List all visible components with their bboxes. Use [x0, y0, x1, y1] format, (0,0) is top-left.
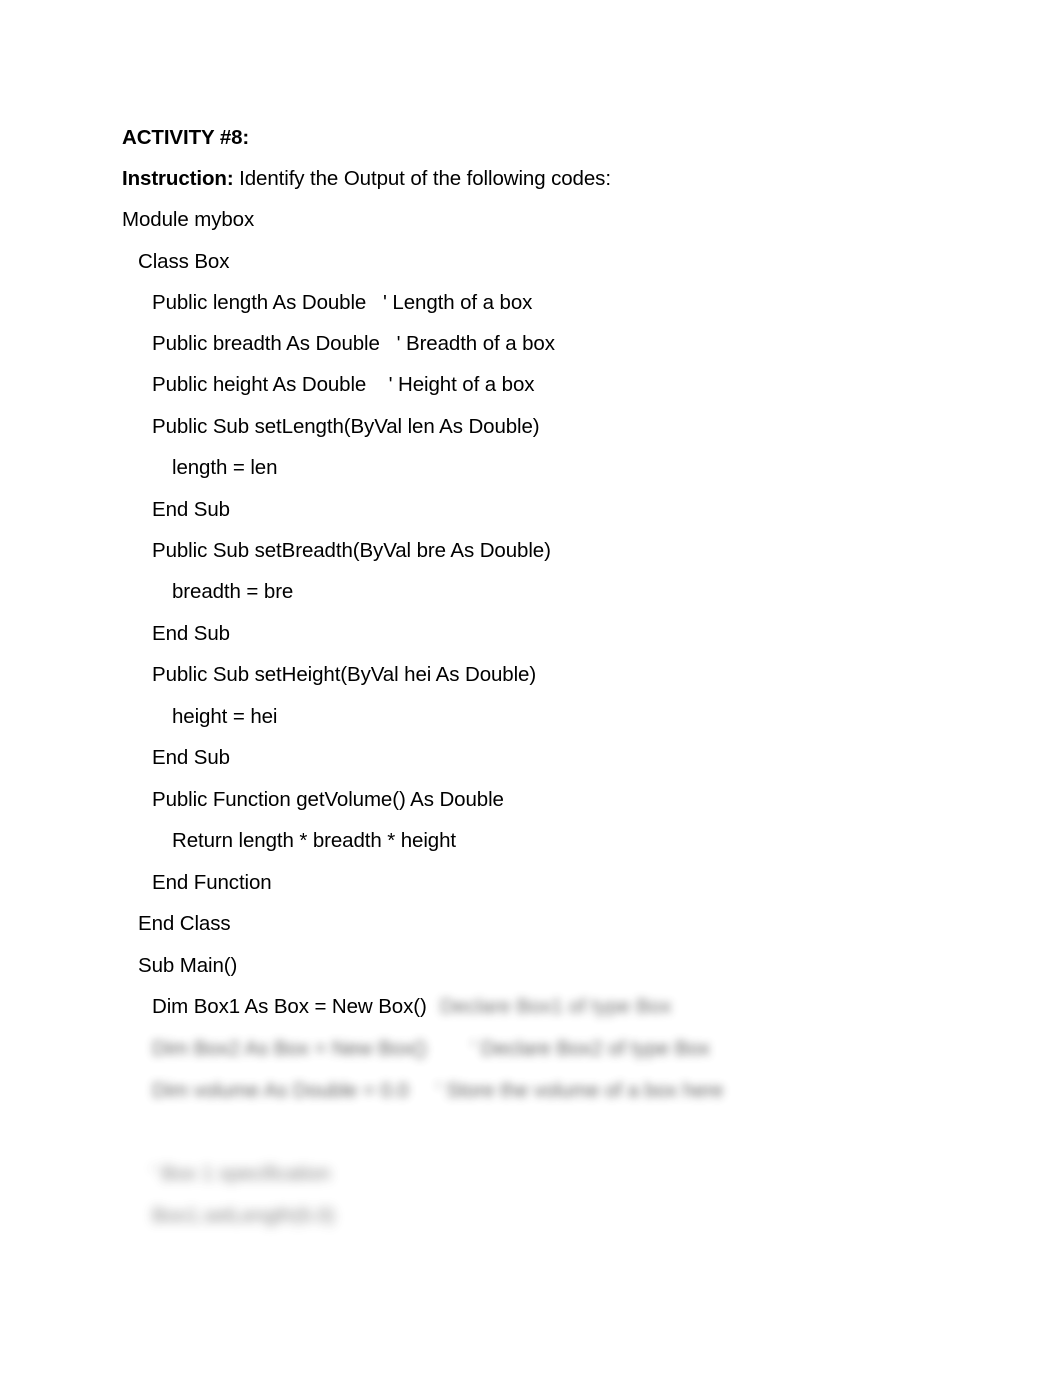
code-line: Public Sub setLength(ByVal len As Double…	[152, 415, 540, 438]
code-line: End Sub	[152, 746, 230, 769]
redacted-code-line: Dim Box2 As Box = New Box() ' Declare Bo…	[152, 1037, 710, 1060]
instruction-label: Instruction:	[122, 167, 234, 190]
code-line: End Sub	[152, 498, 230, 521]
code-line: Module mybox	[122, 208, 255, 231]
document-page: ACTIVITY #8: Instruction: Identify the O…	[0, 0, 1062, 1377]
redacted-code-line: Box1.setLength(6.0)	[152, 1204, 335, 1227]
code-line: Public breadth As Double ' Breadth of a …	[152, 332, 555, 355]
code-line: breadth = bre	[172, 580, 294, 603]
instruction-line: Instruction: Identify the Output of the …	[122, 165, 611, 193]
redacted-code-line: Dim volume As Double = 0.0 ' Store the v…	[152, 1079, 724, 1102]
redacted-code-line: ' Box 1 specification	[152, 1162, 331, 1185]
code-line: length = len	[172, 456, 278, 479]
code-line: Public Function getVolume() As Double	[152, 788, 504, 811]
code-line: End Class	[138, 912, 231, 935]
instruction-text: Identify the Output of the following cod…	[233, 167, 611, 190]
code-line: height = hei	[172, 705, 278, 728]
code-line: Public height As Double ' Height of a bo…	[152, 373, 535, 396]
code-line: Dim Box1 As Box = New Box()	[152, 995, 427, 1018]
redacted-comment: Declare Box1 of type Box	[440, 995, 672, 1018]
code-line: Public length As Double ' Length of a bo…	[152, 291, 533, 314]
code-line: Sub Main()	[138, 954, 238, 977]
code-line: Public Sub setBreadth(ByVal bre As Doubl…	[152, 539, 551, 562]
code-line: Public Sub setHeight(ByVal hei As Double…	[152, 663, 537, 686]
code-line: Class Box	[138, 250, 230, 273]
code-line: End Sub	[152, 622, 230, 645]
code-line: End Function	[152, 871, 272, 894]
code-line: Return length * breadth * height	[172, 829, 457, 852]
page-title: ACTIVITY #8:	[122, 126, 250, 149]
